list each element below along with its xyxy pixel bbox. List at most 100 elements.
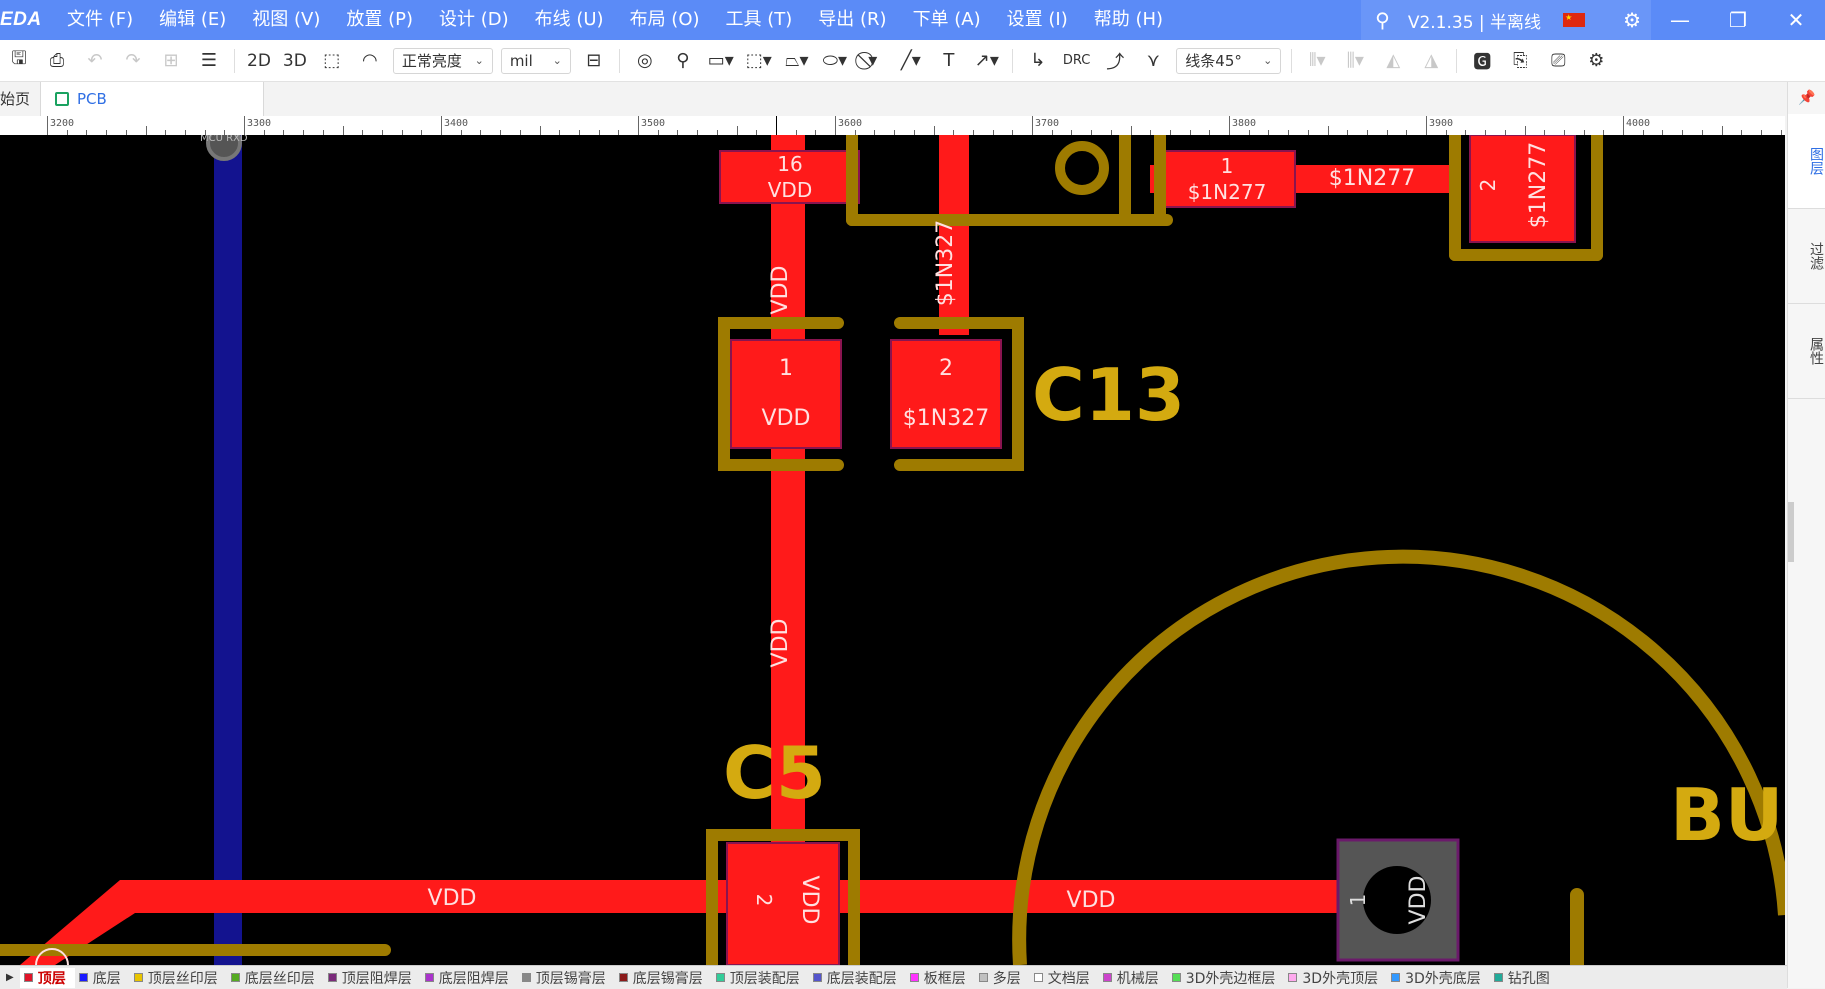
zoom-area-icon[interactable]: ⬚ [313, 46, 351, 76]
menu-item[interactable]: 布线 (U) [522, 0, 617, 40]
pin-icon[interactable]: ⚲ [664, 46, 702, 76]
side-tab[interactable]: 图层 [1788, 114, 1825, 209]
close-icon[interactable]: ✕ [1767, 8, 1825, 32]
settings-icon[interactable]: ⚙ [1577, 46, 1615, 76]
menu-item[interactable]: 设计 (D) [426, 0, 522, 40]
view-3d-button[interactable]: 3D [277, 51, 313, 71]
tab-home[interactable]: 始页 [0, 82, 41, 116]
no-entry-icon[interactable]: ⃠▾ [854, 46, 892, 76]
menu-item[interactable]: 放置 (P) [333, 0, 426, 40]
polygon-icon[interactable]: ⏢▾ [778, 46, 816, 76]
search-icon[interactable]: ⚲ [1375, 8, 1390, 32]
c13-designator: C13 [1032, 353, 1185, 437]
route-icon[interactable]: ↳ [1019, 46, 1057, 76]
layer-item[interactable]: 顶层 [19, 967, 75, 988]
menu-item[interactable]: 导出 (R) [805, 0, 899, 40]
layer-item[interactable]: 文档层 [1030, 968, 1099, 988]
save-local-icon[interactable]: ⎙ [38, 46, 76, 76]
drc-button[interactable]: DRC [1057, 53, 1096, 68]
collapse-handle-icon[interactable] [1788, 502, 1794, 562]
ruler-label: 3300 [247, 118, 272, 129]
line-icon[interactable]: ╱▾ [892, 46, 930, 76]
ellipse-icon[interactable]: ⬭▾ [816, 46, 854, 76]
pin-icon[interactable]: 📌 [1788, 82, 1825, 114]
layer-item[interactable]: 顶层装配层 [712, 968, 809, 988]
layer-name: 钻孔图 [1507, 970, 1550, 987]
layer-item[interactable]: 板框层 [906, 968, 975, 988]
menu-item[interactable]: 编辑 (E) [146, 0, 239, 40]
layer-item[interactable]: 机械层 [1099, 968, 1168, 988]
route-mode-select[interactable]: 线条45° ⌄ [1176, 47, 1282, 74]
rect-fill-icon[interactable]: ▭▾ [702, 46, 740, 76]
pcb-canvas[interactable]: MCU RXD 16 VDD 1 $1N277 $1N277 2 $1N277 [0, 135, 1785, 965]
ruler-minor-tick [145, 126, 147, 135]
layer-item[interactable]: 顶层阻焊层 [324, 968, 421, 988]
layer-item[interactable]: 底层 [75, 968, 130, 988]
layer-item[interactable]: 底层锡膏层 [615, 968, 712, 988]
text-icon[interactable]: T [930, 46, 968, 76]
layer-item[interactable]: 底层丝印层 [227, 968, 324, 988]
menu-item[interactable]: 设置 (I) [994, 0, 1081, 40]
bottom-layer-trace[interactable] [214, 135, 242, 965]
region-icon[interactable]: ⬚▾ [740, 46, 778, 76]
layer-name: 底层锡膏层 [632, 970, 703, 987]
side-tab[interactable]: 过滤 [1788, 209, 1825, 304]
view-2d-button[interactable]: 2D [241, 51, 277, 71]
menu-item[interactable]: 文件 (F) [55, 0, 146, 40]
redo-icon[interactable]: ↷ [114, 46, 152, 76]
align-icon[interactable]: ⫴▾ [1298, 46, 1336, 76]
settings-gear-icon[interactable]: ⚙ [1623, 8, 1641, 32]
ruler-major-tick [1426, 116, 1427, 135]
menu-item[interactable]: 布局 (O) [617, 0, 713, 40]
layer-item[interactable]: 3D外壳边框层 [1168, 968, 1285, 988]
ruler-minor-tick [1524, 126, 1526, 135]
dimension-icon[interactable]: ↗▾ [968, 46, 1006, 76]
menu-item[interactable]: 工具 (T) [713, 0, 806, 40]
brightness-select[interactable]: 正常亮度 ⌄ [392, 47, 493, 74]
menu-item[interactable]: 下单 (A) [900, 0, 994, 40]
layer-color-swatch [230, 973, 240, 982]
layer-item[interactable]: 3D外壳底层 [1387, 968, 1490, 988]
mirror-icon[interactable]: ◮ [1412, 46, 1450, 76]
undo-icon[interactable]: ↶ [76, 46, 114, 76]
flip-icon[interactable]: ◭ [1374, 46, 1412, 76]
diff-route-icon[interactable]: ⋎ [1134, 46, 1172, 76]
measure-icon[interactable]: ⊟ [575, 46, 613, 76]
layer-color-swatch [424, 973, 434, 982]
ruler-minor-tick [539, 126, 541, 135]
ruler-label: 3900 [1429, 118, 1454, 129]
side-tab[interactable]: 属性 [1788, 304, 1825, 399]
menu-items: 文件 (F) 编辑 (E) 视图 (V) 放置 (P) 设计 (D) 布线 (U) 布局 (… [55, 0, 1176, 40]
gerber-icon[interactable]: 🅶 [1463, 46, 1501, 76]
tab-pcb[interactable]: PCB [41, 82, 264, 116]
layer-item[interactable]: 3D外壳顶层 [1284, 968, 1387, 988]
c5-pad-2-net: VDD [797, 876, 822, 925]
ruler-label: 3600 [838, 118, 863, 129]
unit-select[interactable]: mil ⌄ [500, 47, 571, 74]
distribute-icon[interactable]: ⫼▾ [1336, 46, 1374, 76]
list-search-icon[interactable]: ☰ [190, 46, 228, 76]
layer-item[interactable]: 底层阻焊层 [421, 968, 518, 988]
layer-item[interactable]: 底层装配层 [809, 968, 906, 988]
pcb-drawing[interactable]: MCU RXD 16 VDD 1 $1N277 $1N277 2 $1N277 [0, 135, 1785, 965]
via-icon[interactable]: ◎ [626, 46, 664, 76]
layer-item[interactable]: 钻孔图 [1490, 968, 1559, 988]
ruler-major-tick [244, 116, 245, 135]
restore-icon[interactable]: ❐ [1709, 8, 1767, 32]
order-icon[interactable]: ⎚ [1539, 46, 1577, 76]
layer-item[interactable]: 顶层丝印层 [130, 968, 227, 988]
single-route-icon[interactable]: ⤴ [1096, 46, 1134, 76]
bom-icon[interactable]: ⎘ [1501, 46, 1539, 76]
brightness-icon[interactable]: ◠ [351, 46, 389, 76]
save-icon[interactable]: 🖫 [0, 46, 38, 76]
grid-icon[interactable]: ⊞ [152, 46, 190, 76]
menu-item[interactable]: 帮助 (H) [1081, 0, 1176, 40]
layer-bar-expand-icon[interactable]: ▶ [0, 972, 20, 983]
menu-item[interactable]: 视图 (V) [239, 0, 333, 40]
layer-name: 3D外壳边框层 [1185, 970, 1276, 987]
layer-item[interactable]: 多层 [975, 968, 1030, 988]
language-flag-icon[interactable] [1563, 13, 1586, 27]
minimize-icon[interactable]: — [1651, 8, 1709, 32]
menu-bar: EDA 文件 (F) 编辑 (E) 视图 (V) 放置 (P) 设计 (D) 布线 (U)… [0, 0, 1825, 40]
layer-item[interactable]: 顶层锡膏层 [518, 968, 615, 988]
